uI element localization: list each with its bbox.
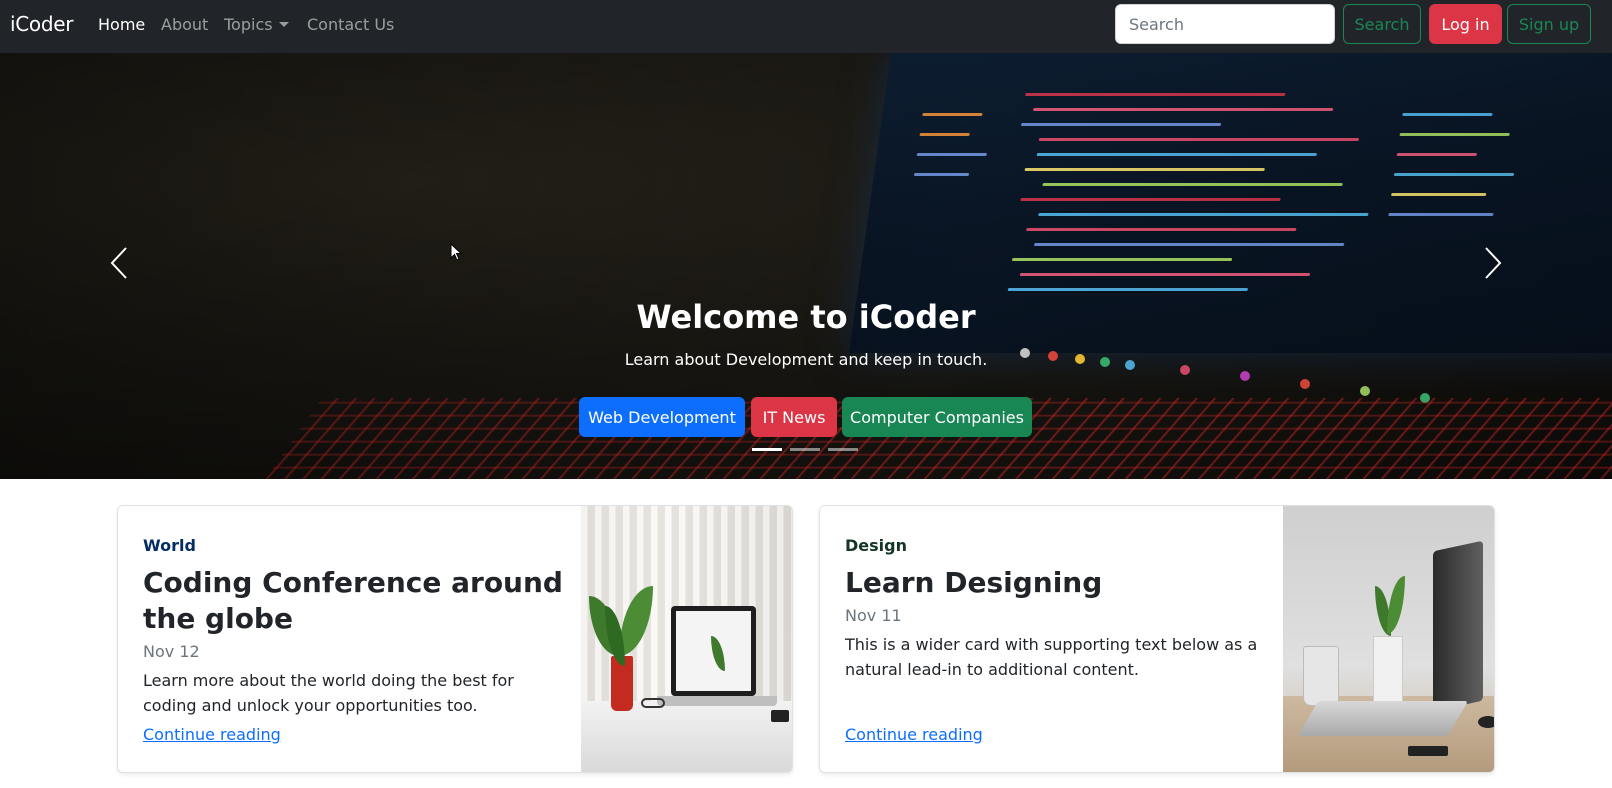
continue-reading-link[interactable]: Continue reading: [845, 725, 983, 744]
search-button[interactable]: Search: [1343, 4, 1421, 44]
carousel-indicator-3[interactable]: [828, 448, 858, 451]
brand-logo[interactable]: iCoder: [10, 12, 73, 36]
card-title: Learn Designing: [845, 566, 1103, 599]
chevron-left-icon: [110, 247, 127, 279]
card-text: This is a wider card with supporting tex…: [845, 635, 1258, 679]
nav-home[interactable]: Home: [98, 15, 145, 34]
it-news-button[interactable]: IT News: [751, 397, 837, 437]
hero-subtitle: Learn about Development and keep in touc…: [624, 350, 988, 369]
carousel-indicator-2[interactable]: [790, 448, 820, 451]
login-button[interactable]: Log in: [1429, 4, 1502, 44]
nav-topics-label: Topics: [224, 15, 273, 34]
card-date: Nov 11: [845, 606, 902, 625]
hero-carousel: Welcome to iCoder Learn about Developmen…: [0, 53, 1612, 479]
nav-topics-dropdown[interactable]: Topics: [224, 15, 289, 34]
signup-button[interactable]: Sign up: [1507, 4, 1591, 44]
carousel-prev-button[interactable]: [104, 243, 134, 283]
card-image-laptop: [1283, 506, 1494, 772]
card-date: Nov 12: [143, 642, 200, 661]
featured-card-world: World Coding Conference around the globe…: [117, 505, 793, 773]
carousel-indicator-1[interactable]: [752, 448, 782, 451]
search-input[interactable]: [1115, 4, 1335, 44]
web-development-button[interactable]: Web Development: [579, 397, 745, 437]
carousel-next-button[interactable]: [1478, 243, 1508, 283]
nav-contact[interactable]: Contact Us: [307, 15, 394, 34]
navbar: iCoder Home About Topics Contact Us Sear…: [0, 0, 1612, 53]
featured-card-design: Design Learn Designing Nov 11 This is a …: [819, 505, 1495, 773]
card-category: World: [143, 536, 196, 555]
continue-reading-link[interactable]: Continue reading: [143, 725, 281, 744]
card-text: Learn more about the world doing the bes…: [143, 671, 514, 715]
chevron-down-icon: [278, 22, 289, 27]
nav-about[interactable]: About: [161, 15, 208, 34]
hero-title: Welcome to iCoder: [636, 298, 976, 336]
computer-companies-button[interactable]: Computer Companies: [842, 397, 1032, 437]
card-image-desk: [581, 506, 792, 772]
card-title: Coding Conference around the globe: [143, 566, 563, 635]
chevron-right-icon: [1485, 247, 1502, 279]
mouse-cursor-icon: [450, 243, 462, 261]
card-category: Design: [845, 536, 907, 555]
